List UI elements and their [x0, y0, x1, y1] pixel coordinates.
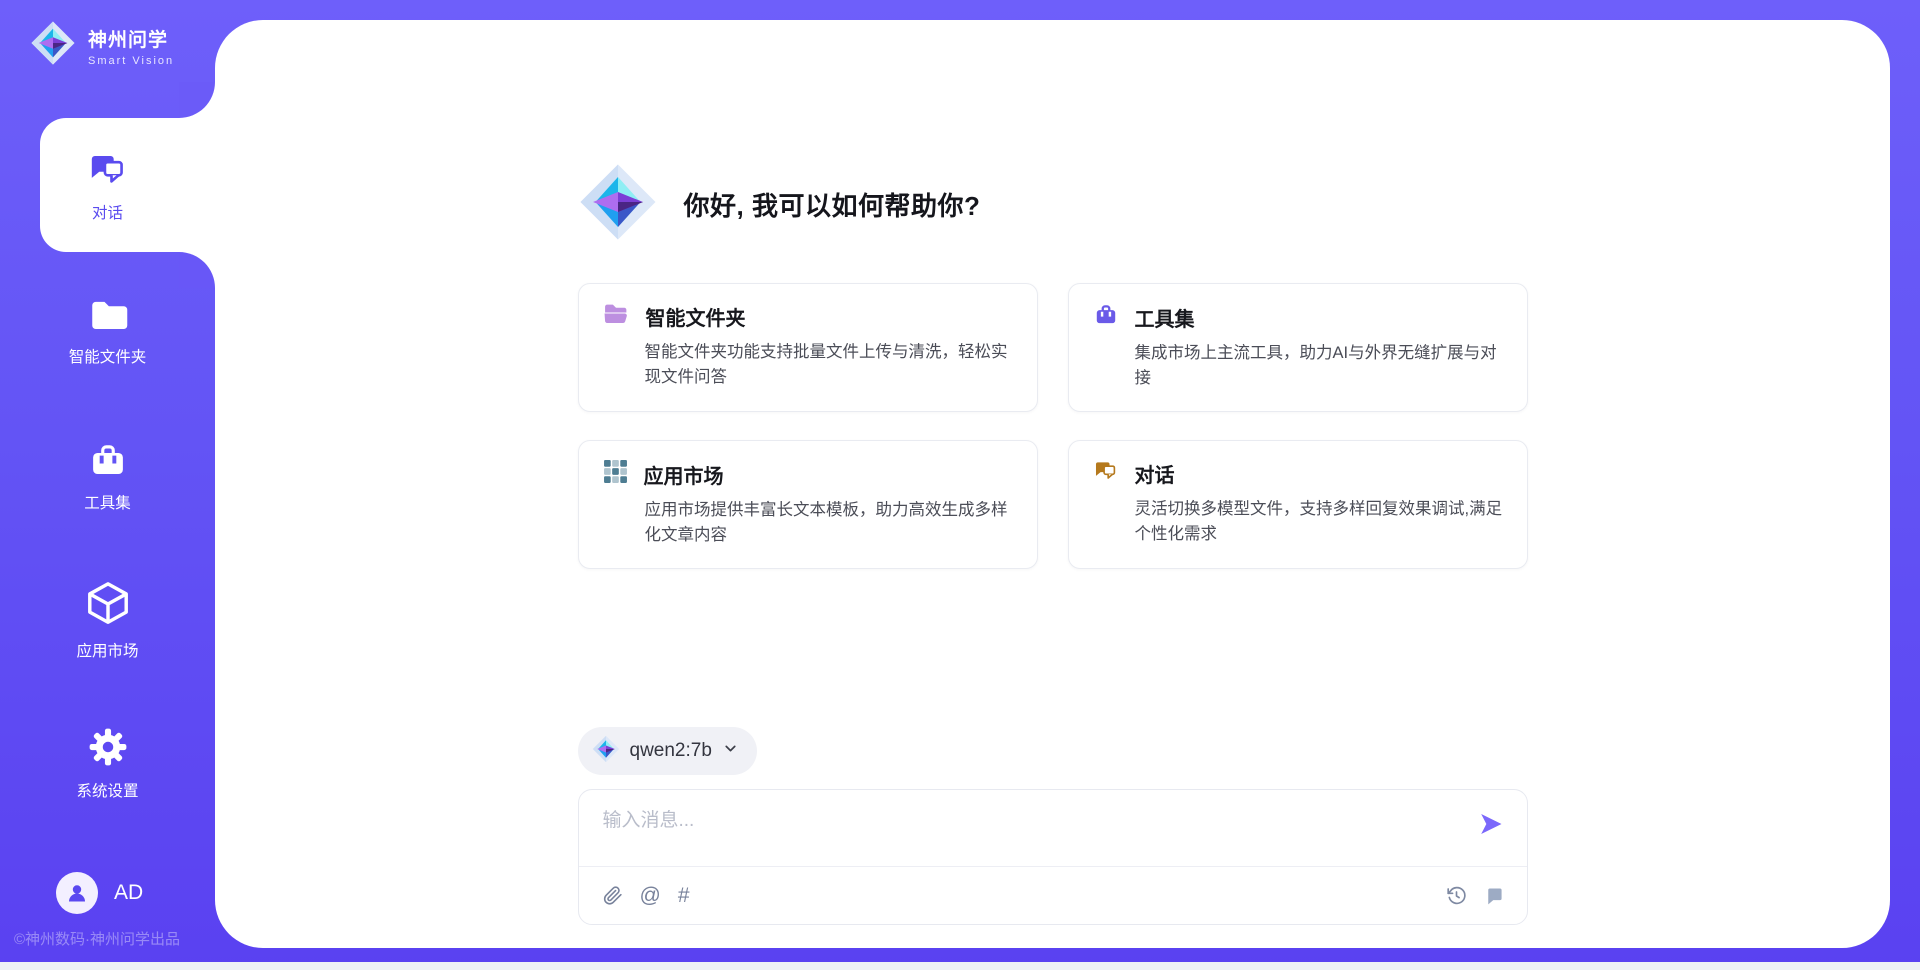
- history-icon[interactable]: [1446, 885, 1467, 906]
- send-button[interactable]: [1477, 810, 1505, 838]
- brand-name: 神州问学: [88, 25, 174, 52]
- active-tab-fillet-bottom: [179, 252, 215, 288]
- attachment-icon[interactable]: [603, 885, 623, 906]
- sidebar-item-label: 应用市场: [76, 639, 138, 661]
- message-input[interactable]: [603, 810, 1463, 832]
- brand-logo-icon: [30, 20, 76, 71]
- toolbox-icon: [1093, 302, 1119, 332]
- gear-icon: [87, 726, 129, 773]
- sidebar-item-smart-folder[interactable]: 智能文件夹: [0, 296, 215, 367]
- sidebar-footer: ©神州数码·神州问学出品: [14, 928, 180, 949]
- card-title: 应用市场: [644, 460, 724, 489]
- card-title: 工具集: [1135, 303, 1195, 332]
- sidebar-item-app-market[interactable]: 应用市场: [0, 580, 215, 661]
- card-smart-folder[interactable]: 智能文件夹 智能文件夹功能支持批量文件上传与清洗，轻松实现文件问答: [578, 283, 1038, 412]
- bottom-scrollbar-track[interactable]: [0, 962, 1920, 970]
- sidebar: 神州问学 Smart Vision 对话 智能文件夹: [0, 0, 215, 970]
- card-description: 集成市场上主流工具，助力AI与外界无缝扩展与对接: [1135, 341, 1503, 391]
- card-app-market[interactable]: 应用市场 应用市场提供丰富长文本模板，助力高效生成多样化文章内容: [578, 440, 1038, 569]
- toolbox-icon: [87, 440, 129, 485]
- sidebar-item-toolbox[interactable]: 工具集: [0, 440, 215, 513]
- sidebar-item-label: 对话: [92, 201, 123, 223]
- user-initials: AD: [114, 881, 143, 905]
- conversation-icon[interactable]: [1484, 886, 1505, 906]
- model-name: qwen2:7b: [630, 740, 712, 762]
- card-title: 智能文件夹: [646, 302, 746, 331]
- sidebar-item-chat[interactable]: 对话: [0, 150, 215, 223]
- model-logo-icon: [592, 735, 620, 768]
- card-description: 灵活切换多模型文件，支持多样回复效果调试,满足个性化需求: [1135, 497, 1503, 547]
- main-panel: 你好, 我可以如何帮助你? 智能文件夹 智能文件夹功能支持批量文件上传与清洗，轻…: [215, 20, 1890, 948]
- brand: 神州问学 Smart Vision: [30, 20, 174, 71]
- sidebar-item-label: 智能文件夹: [69, 345, 147, 367]
- assistant-logo-icon: [578, 162, 658, 247]
- sidebar-item-label: 工具集: [84, 491, 131, 513]
- sidebar-item-settings[interactable]: 系统设置: [0, 726, 215, 801]
- greeting-text: 你好, 我可以如何帮助你?: [684, 186, 981, 223]
- card-toolbox[interactable]: 工具集 集成市场上主流工具，助力AI与外界无缝扩展与对接: [1068, 283, 1528, 412]
- active-tab-fillet-top: [179, 82, 215, 118]
- grid-icon: [603, 459, 628, 489]
- avatar: [56, 872, 98, 914]
- folder-icon: [87, 296, 129, 339]
- card-description: 应用市场提供丰富长文本模板，助力高效生成多样化文章内容: [645, 498, 1013, 548]
- feature-cards: 智能文件夹 智能文件夹功能支持批量文件上传与清洗，轻松实现文件问答 工具集 集成…: [578, 283, 1528, 569]
- chevron-down-icon: [722, 740, 739, 762]
- brand-subtitle: Smart Vision: [88, 55, 174, 67]
- hashtag-icon[interactable]: #: [678, 885, 690, 906]
- chat-icon: [87, 150, 129, 195]
- cube-icon: [85, 580, 131, 633]
- chat-icon: [1093, 459, 1119, 488]
- model-selector[interactable]: qwen2:7b: [578, 727, 757, 775]
- greeting-block: 你好, 我可以如何帮助你?: [578, 162, 1528, 247]
- sidebar-item-label: 系统设置: [76, 779, 138, 801]
- card-title: 对话: [1135, 459, 1175, 488]
- card-description: 智能文件夹功能支持批量文件上传与清洗，轻松实现文件问答: [645, 340, 1013, 390]
- card-chat[interactable]: 对话 灵活切换多模型文件，支持多样回复效果调试,满足个性化需求: [1068, 440, 1528, 569]
- folder-open-icon: [603, 302, 630, 331]
- message-composer: @ #: [578, 789, 1528, 925]
- mention-icon[interactable]: @: [640, 885, 661, 906]
- user-profile[interactable]: AD: [56, 872, 143, 914]
